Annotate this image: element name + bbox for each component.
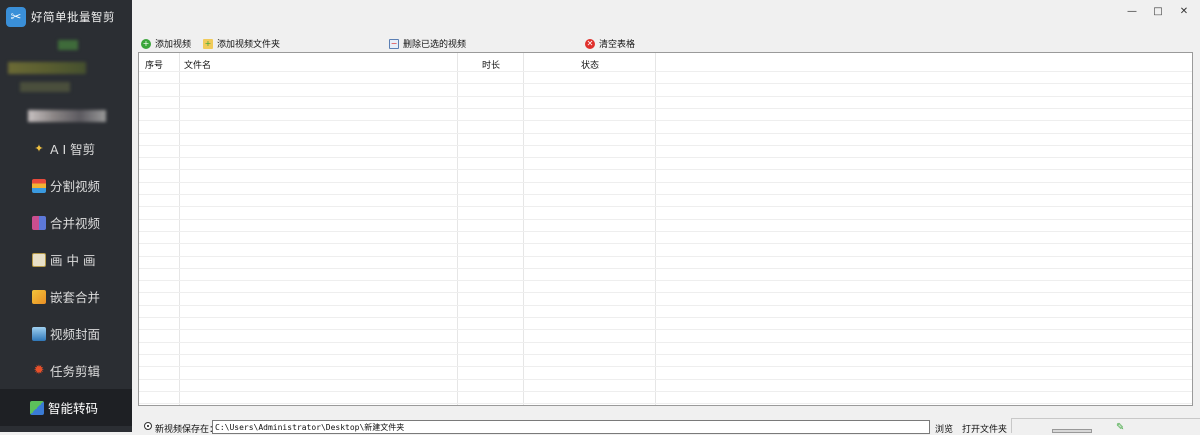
row-gridline xyxy=(139,169,1192,170)
row-gridline xyxy=(139,280,1192,281)
clear-table-button[interactable]: ✕ 清空表格 xyxy=(585,37,635,50)
picture-in-picture-icon xyxy=(32,252,46,267)
table-header: 序号 文件名 时长 状态 xyxy=(139,53,1192,71)
maximize-icon: □ xyxy=(1153,5,1163,17)
column-divider xyxy=(523,53,524,405)
column-header-filename[interactable]: 文件名 xyxy=(184,58,211,71)
sidebar-item-label: 嵌套合并 xyxy=(50,290,101,305)
user-status xyxy=(20,82,70,92)
maximize-button[interactable]: □ xyxy=(1146,2,1170,20)
row-gridline xyxy=(139,391,1192,392)
save-location-label: 新视频保存在： xyxy=(155,425,219,435)
row-gridline xyxy=(139,182,1192,183)
add-folder-button[interactable]: + 添加视频文件夹 xyxy=(203,37,280,50)
save-location-bar: 新视频保存在： C:\Users\Administrator\Desktop\新… xyxy=(138,418,1200,435)
clear-circle-icon: ✕ xyxy=(585,38,595,49)
minimize-button[interactable]: — xyxy=(1120,2,1144,20)
remove-selected-button[interactable]: − 删除已选的视频 xyxy=(389,37,466,50)
row-gridline xyxy=(139,96,1192,97)
column-header-index[interactable]: 序号 xyxy=(145,58,163,71)
add-circle-icon: + xyxy=(141,38,151,49)
row-gridline xyxy=(139,157,1192,158)
sidebar-item-label: A I 智剪 xyxy=(50,142,96,157)
split-video-icon xyxy=(32,178,46,193)
merge-video-icon xyxy=(32,215,46,230)
smart-transcode-icon xyxy=(30,400,44,415)
close-icon: ✕ xyxy=(1179,5,1189,17)
options-panel: ✎ xyxy=(1011,418,1200,433)
row-gridline xyxy=(139,108,1192,109)
close-button[interactable]: ✕ xyxy=(1172,2,1196,20)
progress-track xyxy=(1052,429,1092,433)
sidebar-item-label: 分割视频 xyxy=(50,179,101,194)
sidebar-item-video-cover[interactable]: 视频封面 xyxy=(0,315,132,352)
row-gridline xyxy=(139,342,1192,343)
browse-button[interactable]: 浏览 xyxy=(935,422,953,435)
remove-selected-label: 删除已选的视频 xyxy=(403,40,467,50)
clear-table-label: 清空表格 xyxy=(599,40,636,50)
scissors-logo-icon: ✂ xyxy=(6,7,26,27)
row-gridline xyxy=(139,133,1192,134)
row-gridline xyxy=(139,317,1192,318)
sidebar-nav: ✦ A I 智剪 分割视频 合并视频 画 中 画 嵌套合并 视频封面 ✹ 任务剪… xyxy=(0,130,132,426)
row-gridline xyxy=(139,194,1192,195)
row-gridline xyxy=(139,231,1192,232)
app-title: 好简单批量智剪 xyxy=(31,10,115,24)
nested-merge-icon xyxy=(32,289,46,304)
save-location-radio[interactable] xyxy=(144,422,152,430)
sidebar-item-label: 合并视频 xyxy=(50,216,101,231)
user-info xyxy=(28,110,106,122)
sidebar-item-split-video[interactable]: 分割视频 xyxy=(0,167,132,204)
column-header-duration[interactable]: 时长 xyxy=(482,58,500,71)
row-gridline xyxy=(139,292,1192,293)
minimize-icon: — xyxy=(1127,5,1137,17)
sidebar-item-label: 任务剪辑 xyxy=(50,364,101,379)
row-gridline xyxy=(139,120,1192,121)
row-gridline xyxy=(139,206,1192,207)
ai-magic-icon: ✦ xyxy=(34,142,44,155)
column-divider xyxy=(655,53,656,405)
row-gridline xyxy=(139,145,1192,146)
user-name xyxy=(8,62,86,74)
row-gridline xyxy=(139,71,1192,72)
app-header: ✂ 好简单批量智剪 xyxy=(0,0,132,34)
sidebar: ✂ 好简单批量智剪 ✦ A I 智剪 分割视频 合并视频 画 中 画 嵌套合并 xyxy=(0,0,132,432)
row-gridline xyxy=(139,379,1192,380)
sidebar-item-nested-merge[interactable]: 嵌套合并 xyxy=(0,278,132,315)
column-divider xyxy=(457,53,458,405)
add-video-button[interactable]: + 添加视频 xyxy=(141,37,191,50)
add-folder-label: 添加视频文件夹 xyxy=(217,40,281,50)
sidebar-item-label: 画 中 画 xyxy=(50,253,96,268)
sidebar-item-ai-edit[interactable]: ✦ A I 智剪 xyxy=(0,130,132,167)
row-gridline xyxy=(139,219,1192,220)
video-table[interactable]: 序号 文件名 时长 状态 xyxy=(138,52,1193,406)
column-divider xyxy=(179,53,180,405)
column-header-status[interactable]: 状态 xyxy=(581,58,599,71)
row-gridline xyxy=(139,366,1192,367)
open-folder-button[interactable]: 打开文件夹 xyxy=(962,422,1007,435)
row-gridline xyxy=(139,403,1192,404)
add-video-label: 添加视频 xyxy=(155,40,192,50)
row-gridline xyxy=(139,256,1192,257)
row-gridline xyxy=(139,354,1192,355)
sidebar-item-task-edit[interactable]: ✹ 任务剪辑 xyxy=(0,352,132,389)
avatar xyxy=(58,40,78,50)
row-gridline xyxy=(139,305,1192,306)
remove-video-icon: − xyxy=(389,38,399,49)
video-cover-icon xyxy=(32,326,46,341)
task-edit-icon: ✹ xyxy=(33,363,45,378)
sidebar-item-smart-transcode[interactable]: 智能转码 xyxy=(0,389,132,426)
sidebar-item-merge-video[interactable]: 合并视频 xyxy=(0,204,132,241)
sidebar-item-label: 智能转码 xyxy=(48,401,99,416)
row-gridline xyxy=(139,243,1192,244)
folder-add-icon: + xyxy=(203,38,213,49)
row-gridline xyxy=(139,329,1192,330)
user-profile xyxy=(0,34,132,130)
sidebar-item-picture-in-picture[interactable]: 画 中 画 xyxy=(0,241,132,278)
sidebar-item-label: 视频封面 xyxy=(50,327,101,342)
edit-pen-icon[interactable]: ✎ xyxy=(1116,422,1124,433)
row-gridline xyxy=(139,268,1192,269)
row-gridline xyxy=(139,83,1192,84)
